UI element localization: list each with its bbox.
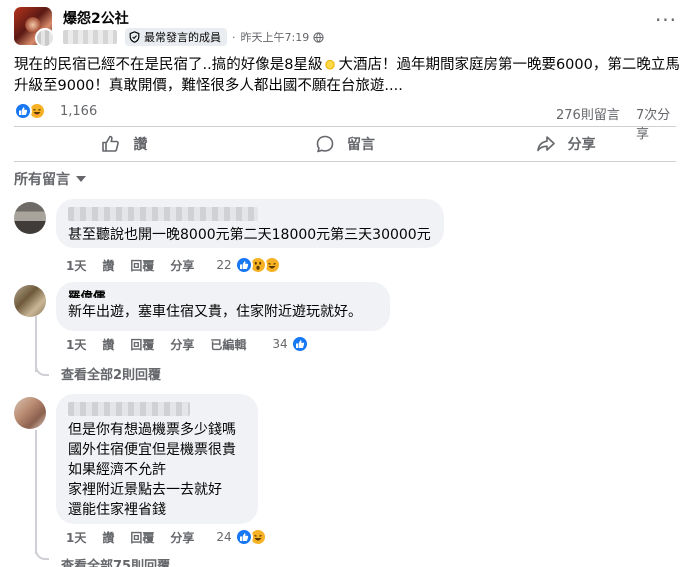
share-arrow-icon: [536, 136, 555, 152]
poster-name-blurred[interactable]: [63, 30, 117, 44]
commenter-name-blurred[interactable]: [68, 207, 258, 221]
commenter-name-blurred[interactable]: [68, 402, 190, 416]
post-stats: 1,166 276則留言 7次分享: [14, 101, 676, 142]
post-text-part-1: 現在的民宿已經不在是民宿了..搞的好像是8星級: [14, 57, 323, 73]
thumbs-up-icon: [102, 135, 120, 152]
comment-reaction-count: 24: [216, 530, 232, 544]
like-icon: [234, 256, 253, 274]
comment-share-button[interactable]: 分享: [170, 257, 194, 274]
comment-text: 甚至聽說也開一晚8000元第二天18000元第三天30000元: [68, 227, 431, 243]
commenter-avatar[interactable]: [14, 397, 46, 429]
caret-down-icon: [76, 176, 86, 182]
comment-bubble: 羅偉儒 新年出遊，塞車住宿又貴，住家附近遊玩就好。: [56, 282, 390, 331]
shield-icon: [129, 31, 140, 43]
like-button[interactable]: 讚: [14, 127, 235, 161]
comment-reply-button[interactable]: 回覆: [130, 529, 154, 546]
meta-separator: ·: [232, 30, 236, 44]
comment-3: 但是你有想過機票多少錢嗎 國外住宿便宜但是機票很貴 如果經濟不允許 家裡附近景點…: [14, 394, 674, 554]
comment-2: 羅偉儒 新年出遊，塞車住宿又貴，住家附近遊玩就好。 1天 讚 回覆 分享 已編輯…: [14, 282, 674, 356]
group-name[interactable]: 爆怨2公社: [63, 8, 129, 28]
comment-time[interactable]: 1天: [66, 336, 86, 353]
commenter-avatar[interactable]: [14, 285, 46, 317]
comment-actions: 1天 讚 回覆 分享 22: [66, 256, 281, 274]
commenter-name[interactable]: 羅偉儒: [68, 288, 378, 298]
comment-text: 新年出遊，塞車住宿又貴，住家附近遊玩就好。: [68, 304, 362, 320]
comment-sort-label: 所有留言: [14, 172, 70, 188]
comment-reactions[interactable]: 34: [272, 335, 309, 353]
comment-reactions[interactable]: 24: [216, 528, 267, 546]
comment-like-button[interactable]: 讚: [102, 529, 114, 546]
comment-text: 但是你有想過機票多少錢嗎 國外住宿便宜但是機票很貴 如果經濟不允許 家裡附近景點…: [68, 422, 236, 518]
comment-like-button[interactable]: 讚: [102, 257, 114, 274]
like-icon: [290, 335, 309, 353]
post-header: 爆怨2公社 最常發言的成員 · 昨天上午7:19 ···: [14, 7, 676, 48]
commenter-avatar[interactable]: [14, 202, 46, 234]
comment-edited-label[interactable]: 已編輯: [210, 336, 246, 353]
comment-reaction-count: 22: [216, 258, 232, 272]
member-badge[interactable]: 最常發言的成員: [125, 28, 227, 46]
hotel-star-icon: [323, 57, 338, 71]
like-button-label: 讚: [133, 137, 148, 153]
comment-bubble: 但是你有想過機票多少錢嗎 國外住宿便宜但是機票很貴 如果經濟不允許 家裡附近景點…: [56, 394, 258, 524]
comment-time[interactable]: 1天: [66, 257, 86, 274]
comment-button[interactable]: 留言: [235, 127, 456, 161]
comment-button-label: 留言: [347, 137, 375, 153]
like-icon: [234, 528, 253, 546]
view-replies-link[interactable]: 查看全部75則回覆: [61, 555, 170, 567]
more-options-button[interactable]: ···: [652, 10, 680, 31]
comment-1: 甚至聽說也開一晚8000元第二天18000元第三天30000元 1天 讚 回覆 …: [14, 199, 674, 279]
post-meta: 最常發言的成員 · 昨天上午7:19: [63, 28, 324, 46]
comment-count[interactable]: 276則留言: [556, 104, 620, 123]
post-time[interactable]: 昨天上午7:19: [241, 29, 310, 45]
audience-globe-icon[interactable]: [313, 31, 324, 43]
member-badge-label: 最常發言的成員: [144, 31, 221, 44]
share-button[interactable]: 分享: [455, 127, 676, 161]
comment-time[interactable]: 1天: [66, 529, 86, 546]
poster-avatar[interactable]: [35, 28, 55, 48]
reaction-count[interactable]: 1,166: [60, 104, 97, 119]
post-reaction-icons[interactable]: [14, 102, 46, 120]
comment-like-button[interactable]: 讚: [102, 336, 114, 353]
comment-bubble: 甚至聽說也開一晚8000元第二天18000元第三天30000元: [56, 199, 444, 248]
comment-share-button[interactable]: 分享: [170, 529, 194, 546]
comment-share-button[interactable]: 分享: [170, 336, 194, 353]
share-button-label: 分享: [567, 137, 596, 153]
post-text: 現在的民宿已經不在是民宿了..搞的好像是8星級 大酒店！過年期間家庭房第一晚要60…: [14, 55, 682, 97]
post-actions: 讚 留言 分享: [14, 126, 676, 162]
comment-actions: 1天 讚 回覆 分享 24: [66, 528, 267, 546]
comment-bubble-icon: [316, 135, 334, 153]
comment-reactions[interactable]: 22: [216, 256, 281, 274]
like-icon: [14, 102, 32, 120]
comment-actions: 1天 讚 回覆 分享 已編輯 34: [66, 335, 309, 353]
view-replies-link[interactable]: 查看全部2則回覆: [61, 364, 161, 383]
thread-curve: [35, 362, 49, 376]
comment-reply-button[interactable]: 回覆: [130, 257, 154, 274]
comment-sort-dropdown[interactable]: 所有留言: [14, 169, 86, 189]
comment-reaction-count: 34: [272, 337, 288, 351]
comment-reply-button[interactable]: 回覆: [130, 336, 154, 353]
